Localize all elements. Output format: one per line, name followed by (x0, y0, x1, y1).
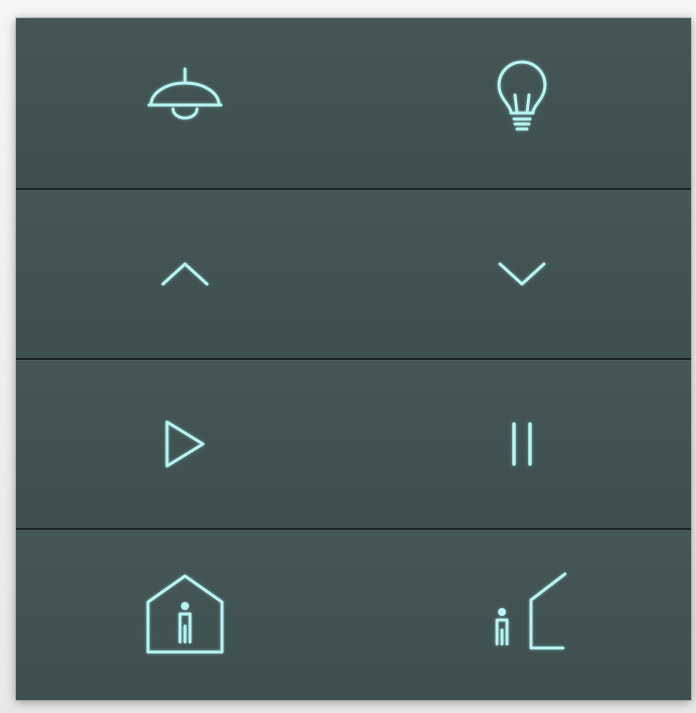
move-up-button[interactable] (16, 190, 354, 358)
at-home-button[interactable] (16, 530, 354, 700)
person-leaving-home-icon (495, 572, 567, 650)
play-icon (165, 420, 205, 468)
leaving-home-button[interactable] (354, 530, 692, 700)
ceiling-light-button[interactable] (16, 18, 354, 188)
pause-icon (512, 422, 532, 466)
rocker-media (16, 360, 691, 530)
ceiling-lamp-icon (147, 67, 223, 120)
rocker-presence (16, 530, 691, 700)
play-button[interactable] (16, 360, 354, 528)
page (0, 0, 696, 713)
switch-panel (16, 18, 691, 700)
chevron-down-icon (498, 262, 546, 286)
move-down-button[interactable] (354, 190, 692, 358)
light-bulb-button[interactable] (354, 18, 692, 188)
rocker-lighting (16, 18, 691, 190)
person-at-home-icon (146, 574, 224, 654)
chevron-up-icon (161, 262, 209, 286)
rocker-blinds (16, 190, 691, 360)
pause-button[interactable] (354, 360, 692, 528)
light-bulb-icon (497, 60, 547, 131)
